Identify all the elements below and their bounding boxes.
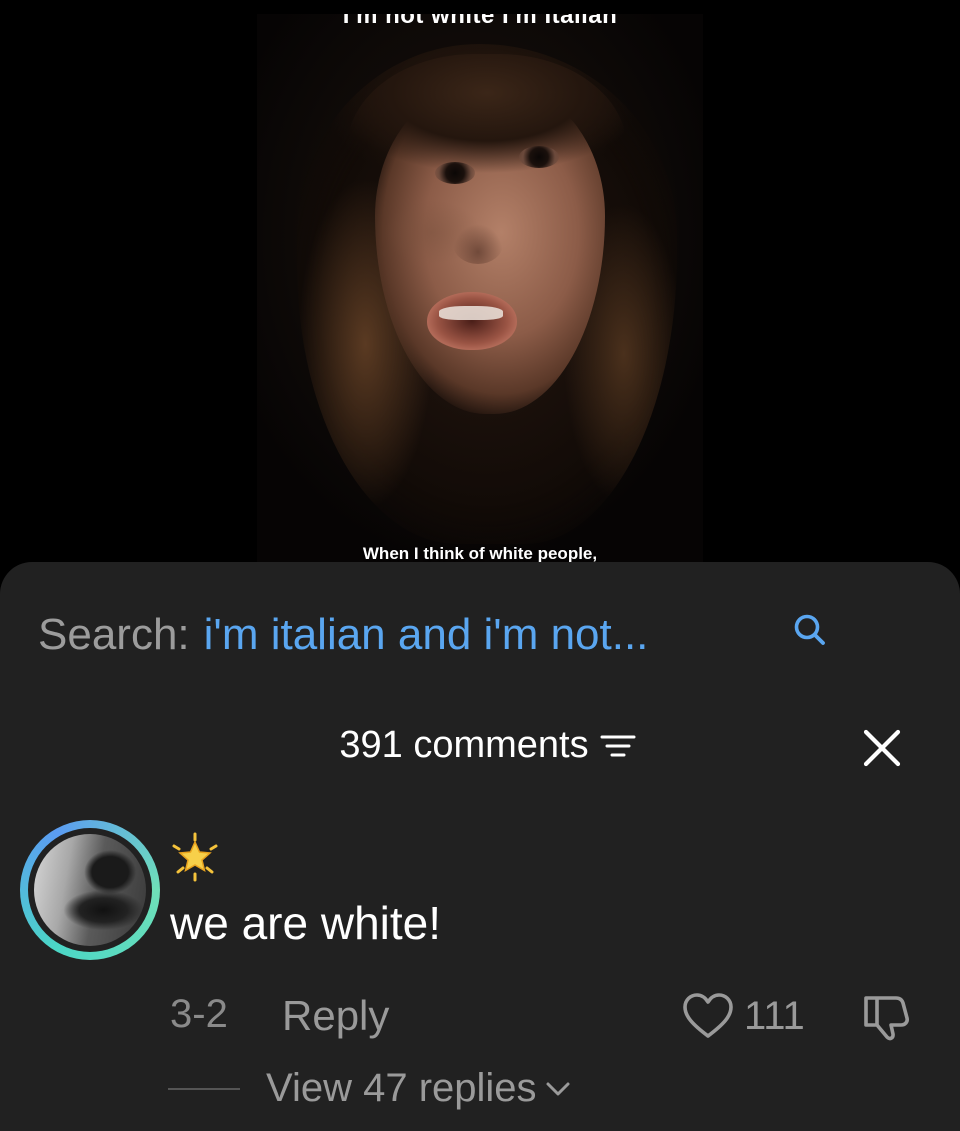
reply-button[interactable]: Reply bbox=[282, 992, 389, 1040]
comments-header: 391 comments bbox=[0, 724, 960, 767]
screen: I'm not white I'm Italian When I think o… bbox=[0, 0, 960, 1131]
like-count: 111 bbox=[744, 993, 805, 1038]
comment-text: we are white! bbox=[170, 897, 442, 949]
star-emoji-icon[interactable] bbox=[170, 832, 220, 882]
avatar-image bbox=[34, 834, 146, 946]
like-button[interactable]: 111 bbox=[682, 992, 805, 1040]
search-prefix: Search: bbox=[38, 610, 190, 659]
comment-item: 🌟 we are white! 3-2 Reply 111 View 47 re… bbox=[0, 820, 960, 1120]
chevron-down-icon bbox=[546, 1082, 570, 1095]
close-icon[interactable] bbox=[858, 724, 906, 772]
heart-icon bbox=[683, 993, 733, 1038]
view-replies-label: View 47 replies bbox=[266, 1066, 537, 1110]
avatar bbox=[28, 828, 152, 952]
video-player[interactable]: I'm not white I'm Italian When I think o… bbox=[257, 14, 703, 574]
thumbs-down-icon[interactable] bbox=[860, 990, 912, 1042]
video-subject-eye bbox=[435, 162, 475, 184]
comments-sheet: Search: i'm italian and i'm not... 391 c… bbox=[0, 562, 960, 1131]
comments-count: 391 comments bbox=[339, 724, 589, 766]
replies-divider bbox=[168, 1087, 240, 1090]
video-subject-mouth bbox=[427, 292, 517, 350]
comments-count-sort[interactable]: 391 comments bbox=[339, 724, 636, 767]
sort-icon[interactable] bbox=[599, 730, 637, 762]
video-caption-top: I'm not white I'm Italian bbox=[342, 14, 618, 29]
comment-date: 3-2 bbox=[170, 992, 228, 1036]
video-subject-teeth bbox=[439, 306, 503, 320]
search-icon[interactable] bbox=[792, 612, 828, 648]
video-caption-bottom: When I think of white people, bbox=[362, 544, 598, 563]
view-replies-button[interactable]: View 47 replies bbox=[168, 1066, 571, 1111]
search-suggestion[interactable]: Search: i'm italian and i'm not... bbox=[38, 610, 648, 660]
video-subject-eye bbox=[519, 146, 559, 168]
avatar-story-ring[interactable] bbox=[20, 820, 160, 960]
search-query[interactable]: i'm italian and i'm not... bbox=[204, 610, 649, 660]
video-subject-nose bbox=[453, 224, 503, 264]
